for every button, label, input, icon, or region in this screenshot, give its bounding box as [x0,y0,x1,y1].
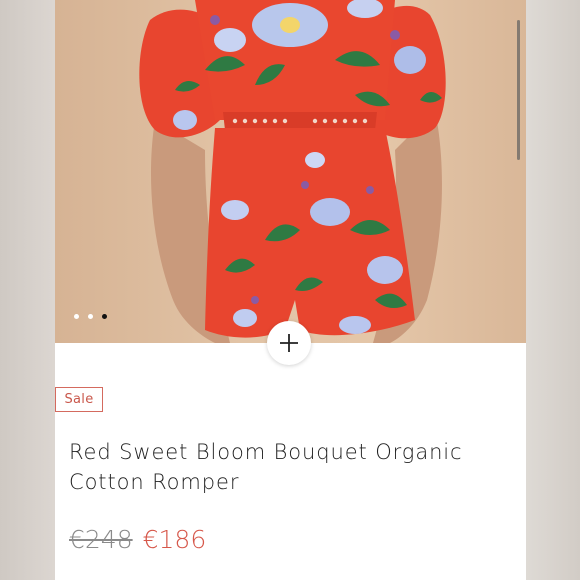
original-price: €248 [69,525,133,554]
image-scrollbar[interactable] [517,20,520,160]
background-left [0,0,55,580]
price-row: €248 €186 [69,525,206,554]
product-title: Red Sweet Bloom Bouquet Organic Cotton R… [69,440,463,494]
gallery-dot-1[interactable] [74,314,79,319]
gallery-dot-3-active[interactable] [102,314,107,319]
zoom-button[interactable] [267,321,311,365]
product-image[interactable] [55,0,526,343]
product-photo-illustration [139,0,446,343]
gallery-pagination [74,314,107,319]
background-right [526,0,580,580]
product-card: Sale Red Sweet Bloom Bouquet Organic Cot… [55,0,526,580]
gallery-dot-2[interactable] [88,314,93,319]
plus-icon [280,334,298,352]
sale-price: €186 [142,525,207,554]
sale-badge: Sale [55,387,103,412]
